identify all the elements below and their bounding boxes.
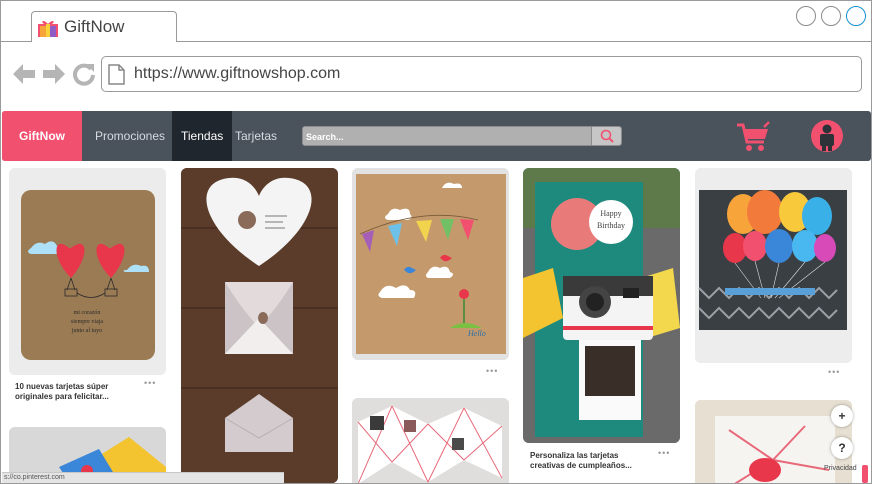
pin-image bbox=[352, 398, 509, 483]
card-hello-text: Hello bbox=[467, 329, 486, 338]
nav-link-tarjetas[interactable]: Tarjetas bbox=[235, 111, 277, 161]
maximize-button[interactable] bbox=[821, 6, 841, 26]
tab-title: GiftNow bbox=[64, 17, 125, 36]
page-icon bbox=[108, 64, 125, 85]
search-button[interactable] bbox=[591, 127, 621, 145]
pin-image bbox=[695, 168, 852, 363]
search-box bbox=[302, 126, 622, 146]
minimize-button[interactable] bbox=[796, 6, 816, 26]
more-options-icon[interactable]: ••• bbox=[486, 366, 498, 376]
cart-icon[interactable] bbox=[736, 121, 770, 153]
user-account-icon[interactable] bbox=[810, 119, 844, 153]
card-birthday-text: Birthday bbox=[597, 221, 625, 230]
url-text: https://www.giftnowshop.com bbox=[134, 65, 341, 82]
pin-caption-line: originales para felicitar... bbox=[15, 392, 109, 401]
scrollbar-thumb[interactable] bbox=[862, 465, 868, 483]
search-input[interactable] bbox=[306, 129, 591, 144]
back-arrow-icon[interactable] bbox=[11, 61, 37, 87]
pin-caption-line: 10 nuevas tarjetas súper bbox=[15, 382, 109, 391]
card-handwriting-2: siempre viaja bbox=[71, 319, 103, 325]
more-options-icon[interactable]: ••• bbox=[828, 367, 840, 377]
pin-card-hearts[interactable]: mi corazón siempre viaja junto al tuyo bbox=[9, 168, 166, 375]
more-options-icon[interactable]: ••• bbox=[658, 448, 670, 458]
pin-caption[interactable]: Personaliza las tarjetas creativas de cu… bbox=[530, 451, 632, 471]
pin-caption[interactable]: 10 nuevas tarjetas súper originales para… bbox=[15, 382, 109, 402]
pin-card-bunting[interactable]: Hello bbox=[352, 168, 509, 360]
nav-link-promociones[interactable]: Promociones bbox=[95, 111, 165, 161]
pin-card-accordion[interactable] bbox=[352, 398, 509, 483]
browser-tab[interactable]: GiftNow bbox=[31, 11, 177, 42]
pin-card-envelopes[interactable] bbox=[181, 168, 338, 483]
pin-image: mi corazón siempre viaja junto al tuyo bbox=[9, 168, 166, 375]
pin-grid: mi corazón siempre viaja junto al tuyo 1… bbox=[2, 161, 871, 483]
pin-card-balloons[interactable] bbox=[695, 168, 852, 363]
nav-link-tiendas[interactable]: Tiendas bbox=[172, 111, 233, 161]
pin-card-camera[interactable]: Happy Birthday bbox=[523, 168, 680, 443]
site-navbar: GiftNow Promociones Tiendas Tarjetas bbox=[2, 111, 871, 161]
gift-icon bbox=[38, 20, 58, 37]
search-icon bbox=[600, 129, 614, 143]
card-happy-text: Happy bbox=[600, 209, 621, 218]
close-button[interactable] bbox=[846, 6, 866, 26]
pin-caption-line: Personaliza las tarjetas bbox=[530, 451, 619, 460]
pin-image: Hello bbox=[352, 168, 509, 360]
pin-image: Happy Birthday bbox=[523, 168, 680, 443]
pin-caption-line: creativas de cumpleaños... bbox=[530, 461, 632, 470]
reload-icon[interactable] bbox=[72, 62, 96, 86]
forward-arrow-icon[interactable] bbox=[41, 61, 67, 87]
add-button[interactable]: + bbox=[831, 405, 853, 427]
browser-window: GiftNow https://www.giftnowshop.com Gift… bbox=[0, 0, 872, 484]
brand-logo[interactable]: GiftNow bbox=[2, 111, 82, 161]
privacy-link[interactable]: Privacidad bbox=[824, 465, 857, 472]
help-button[interactable]: ? bbox=[831, 437, 853, 459]
pin-image bbox=[181, 168, 338, 483]
status-bar-url: s://co.pinterest.com bbox=[2, 472, 284, 483]
address-bar[interactable]: https://www.giftnowshop.com bbox=[101, 56, 862, 92]
card-handwriting-1: mi corazón bbox=[74, 310, 101, 316]
more-options-icon[interactable]: ••• bbox=[144, 378, 156, 388]
card-handwriting-3: junto al tuyo bbox=[71, 328, 102, 334]
